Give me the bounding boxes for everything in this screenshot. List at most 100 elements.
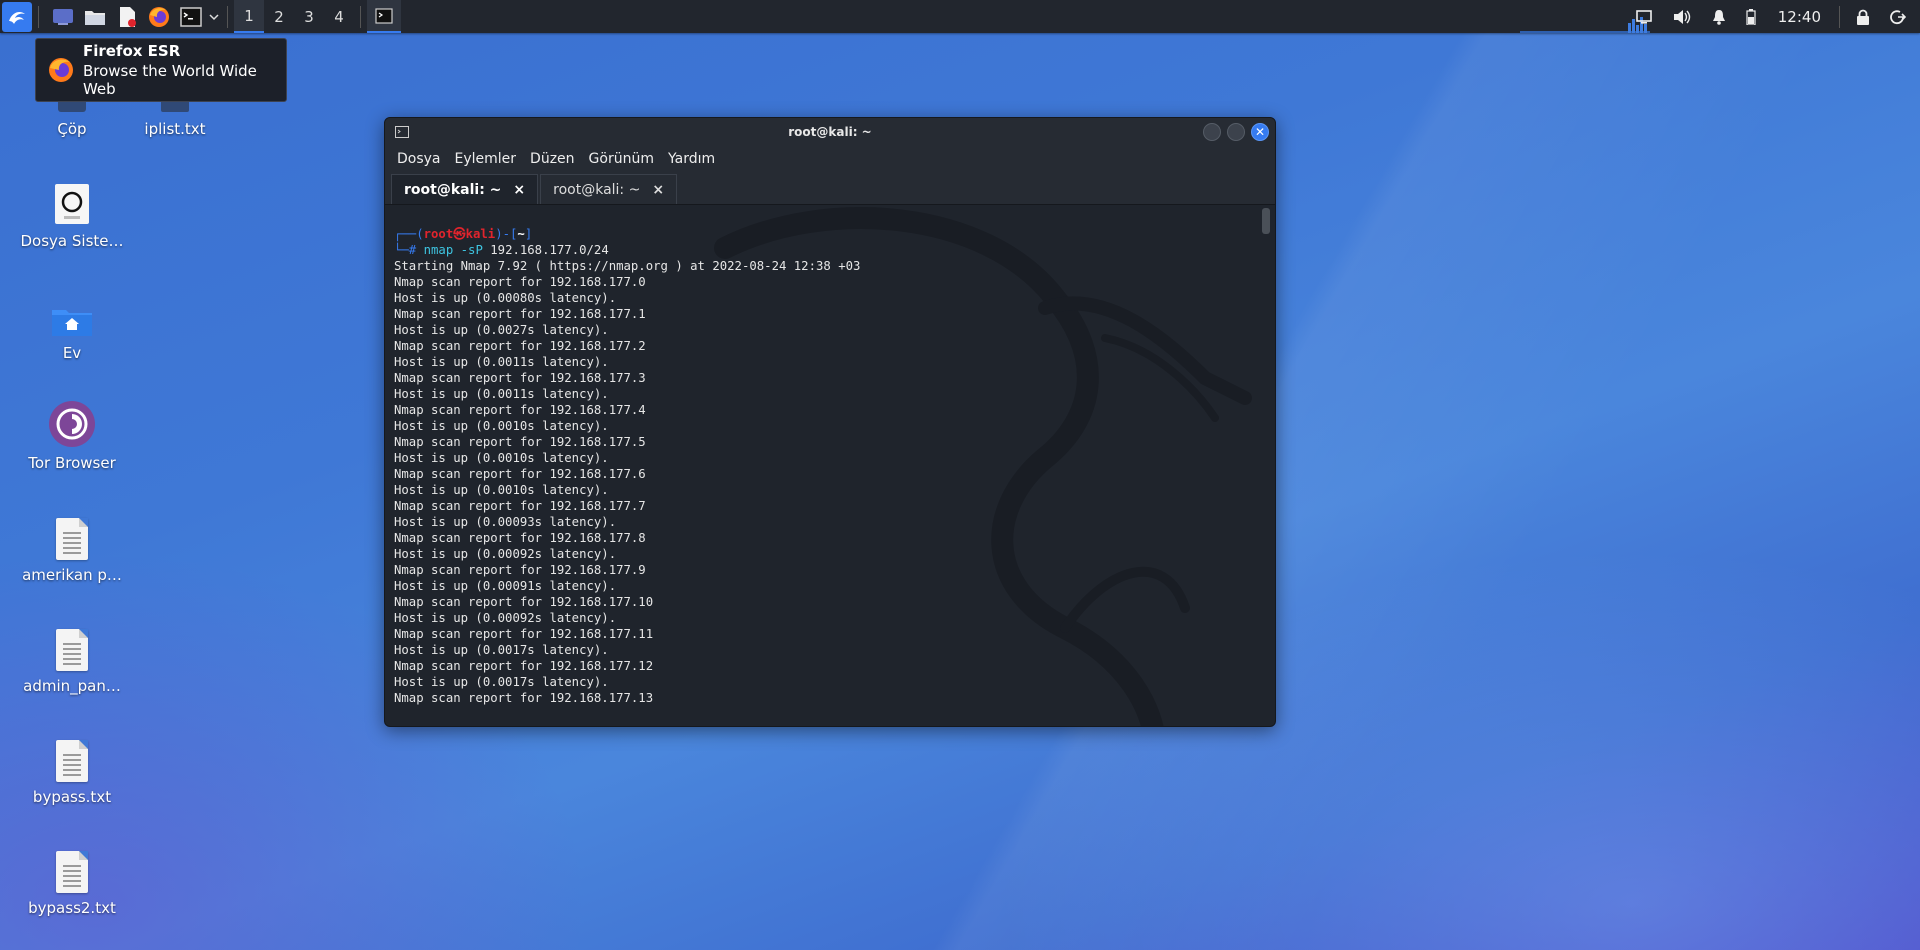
menu-dosya[interactable]: Dosya (397, 151, 441, 167)
logout-button[interactable] (1890, 9, 1906, 25)
display-icon (1635, 9, 1652, 24)
launcher-dropdown[interactable] (207, 3, 221, 31)
output-line: Host is up (0.0011s latency). (394, 387, 609, 401)
top-panel: 1 2 3 4 12:40 (0, 0, 1920, 33)
firefox-tooltip: Firefox ESR Browse the World Wide Web (35, 38, 287, 102)
bell-icon (1712, 9, 1725, 25)
lock-screen-button[interactable] (1856, 9, 1870, 25)
desktop-icon-filesystem[interactable]: Dosya Siste… (12, 168, 132, 250)
panel-clock[interactable]: 12:40 (1778, 8, 1821, 26)
terminal-console[interactable]: ┌──(root㉿kali)-[~] └─# nmap -sP 192.168.… (385, 204, 1275, 726)
drive-icon (12, 168, 132, 226)
kali-dragon-icon (9, 11, 25, 24)
output-line: Host is up (0.00092s latency). (394, 547, 617, 561)
desktop-icon-amerikan[interactable]: amerikan p… (12, 502, 132, 584)
output-line: Nmap scan report for 192.168.177.4 (394, 403, 646, 417)
kali-menu-button[interactable] (2, 1, 32, 32)
system-tray: 12:40 (1626, 0, 1920, 33)
output-line: Host is up (0.00080s latency). (394, 291, 617, 305)
panel-separator (38, 5, 39, 28)
battery-indicator[interactable] (1746, 8, 1756, 25)
output-line: Starting Nmap 7.92 ( https://nmap.org ) … (394, 259, 861, 273)
output-line: Nmap scan report for 192.168.177.3 (394, 371, 646, 385)
text-file-icon (12, 502, 132, 560)
home-folder-icon (12, 280, 132, 338)
terminal-icon (180, 6, 202, 27)
terminal-tab-2[interactable]: root@kali: ~ × (540, 174, 678, 204)
menu-duzen[interactable]: Düzen (530, 151, 575, 167)
terminal-launcher[interactable] (177, 3, 205, 31)
menu-yardim[interactable]: Yardım (668, 151, 715, 167)
output-line: Nmap scan report for 192.168.177.1 (394, 307, 646, 321)
terminal-tab-1[interactable]: root@kali: ~ × (391, 174, 539, 204)
menu-gorunum[interactable]: Görünüm (589, 151, 654, 167)
terminal-output: Starting Nmap 7.92 ( https://nmap.org ) … (394, 258, 1267, 706)
taskbar-terminal-window[interactable] (367, 0, 401, 33)
folder-icon (85, 10, 105, 25)
terminal-menubar: Dosya Eylemler Düzen Görünüm Yardım (385, 146, 1275, 172)
power-icon (1890, 9, 1906, 24)
output-line: Nmap scan report for 192.168.177.2 (394, 339, 646, 353)
tab-label: root@kali: ~ (553, 181, 641, 198)
chevron-down-icon (209, 13, 219, 20)
output-line: Host is up (0.0011s latency). (394, 355, 609, 369)
workspace-2[interactable]: 2 (264, 0, 294, 33)
desktop-icon-bypass2[interactable]: bypass2.txt (12, 835, 132, 917)
close-button[interactable]: ✕ (1251, 123, 1269, 141)
close-icon: ✕ (1254, 125, 1266, 139)
volume-icon (1673, 9, 1690, 24)
output-line: Nmap scan report for 192.168.177.8 (394, 531, 646, 545)
output-line: Nmap scan report for 192.168.177.5 (394, 435, 646, 449)
text-file-icon (12, 835, 132, 893)
output-line: Host is up (0.0027s latency). (394, 323, 609, 337)
panel-separator (1839, 5, 1840, 28)
tab-close-icon[interactable]: × (513, 182, 525, 198)
terminal-window[interactable]: root@kali: ~ ✕ Dosya Eylemler Düzen Görü… (384, 117, 1276, 727)
firefox-launcher[interactable] (145, 3, 173, 31)
output-line: Nmap scan report for 192.168.177.12 (394, 659, 654, 673)
output-line: Host is up (0.00091s latency). (394, 579, 617, 593)
desktop-icon-home[interactable]: Ev (12, 280, 132, 362)
command-line: └─# nmap -sP 192.168.177.0/24 (394, 243, 609, 257)
terminal-scrollbar[interactable] (1262, 208, 1270, 234)
text-editor-icon (120, 6, 136, 27)
volume-button[interactable] (1672, 9, 1692, 25)
output-line: Host is up (0.0010s latency). (394, 419, 609, 433)
notifications-button[interactable] (1712, 9, 1726, 25)
desktop-icon-admin-panel[interactable]: admin_pan… (12, 613, 132, 695)
lock-icon (1857, 9, 1869, 25)
display-button[interactable] (1635, 9, 1652, 24)
workspace-4[interactable]: 4 (324, 0, 354, 33)
output-line: Nmap scan report for 192.168.177.11 (394, 627, 654, 641)
text-file-icon (12, 613, 132, 671)
output-line: Nmap scan report for 192.168.177.9 (394, 563, 646, 577)
desktop-icon-tor-browser[interactable]: Tor Browser (12, 390, 132, 472)
firefox-icon (149, 6, 169, 27)
panel-separator (227, 5, 228, 28)
terminal-tabbar: root@kali: ~ × root@kali: ~ × (385, 172, 1275, 205)
text-file-icon (12, 724, 132, 782)
tab-close-icon[interactable]: × (652, 182, 664, 198)
tooltip-subtitle: Browse the World Wide Web (82, 62, 257, 98)
output-line: Host is up (0.0010s latency). (394, 483, 609, 497)
output-line: Host is up (0.0017s latency). (394, 675, 609, 689)
terminal-titlebar[interactable]: root@kali: ~ ✕ (385, 118, 1275, 146)
text-editor-launcher[interactable] (113, 3, 141, 31)
prompt-line: ┌──(root㉿kali)-[~] (394, 227, 533, 241)
file-manager-launcher[interactable] (81, 3, 109, 31)
desktop-icon (53, 8, 73, 25)
window-title: root@kali: ~ (788, 125, 872, 139)
show-desktop-button[interactable] (49, 3, 77, 31)
menu-eylemler[interactable]: Eylemler (455, 151, 517, 167)
output-line: Nmap scan report for 192.168.177.0 (394, 275, 646, 289)
minimize-button[interactable] (1203, 123, 1221, 141)
output-line: Host is up (0.0010s latency). (394, 451, 609, 465)
output-line: Nmap scan report for 192.168.177.10 (394, 595, 654, 609)
terminal-icon (375, 7, 393, 24)
workspace-3[interactable]: 3 (294, 0, 324, 33)
maximize-button[interactable] (1227, 123, 1245, 141)
tooltip-title: Firefox ESR (82, 42, 181, 60)
desktop-icon-bypass[interactable]: bypass.txt (12, 724, 132, 806)
workspace-1[interactable]: 1 (234, 0, 264, 33)
panel-separator (360, 5, 361, 28)
